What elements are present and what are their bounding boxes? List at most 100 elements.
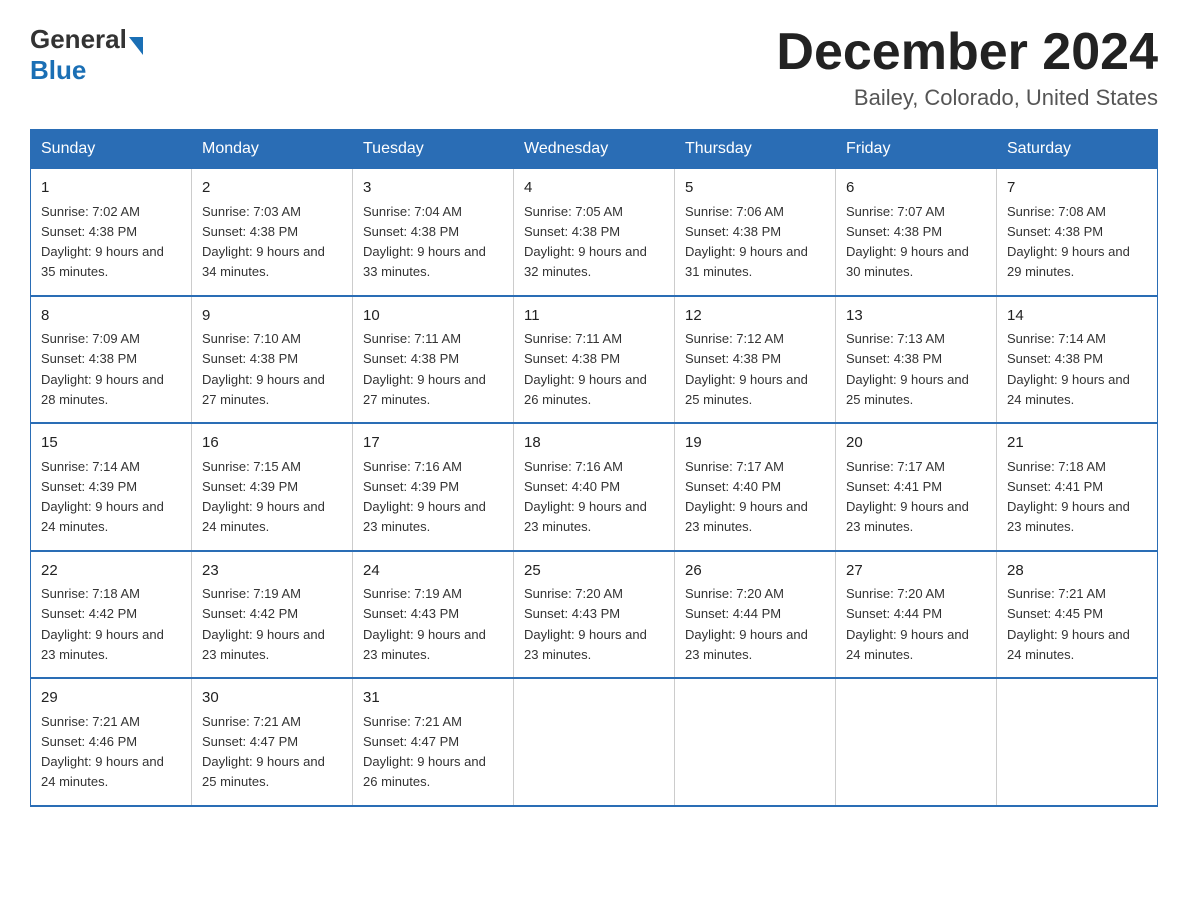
- day-info: Sunrise: 7:20 AMSunset: 4:44 PMDaylight:…: [685, 586, 808, 662]
- day-info: Sunrise: 7:19 AMSunset: 4:42 PMDaylight:…: [202, 586, 325, 662]
- day-number: 13: [846, 305, 986, 328]
- calendar-cell: 27 Sunrise: 7:20 AMSunset: 4:44 PMDayligh…: [836, 551, 997, 679]
- calendar-cell: 2Sunrise: 7:03 AMSunset: 4:38 PMDaylight…: [192, 169, 353, 296]
- day-info: Sunrise: 7:11 AMSunset: 4:38 PMDaylight:…: [363, 331, 486, 407]
- day-info: Sunrise: 7:21 AMSunset: 4:47 PMDaylight:…: [363, 714, 486, 790]
- day-number: 9: [202, 305, 342, 328]
- calendar-cell: 14Sunrise: 7:14 AMSunset: 4:38 PMDayligh…: [997, 296, 1158, 424]
- calendar-cell: 10Sunrise: 7:11 AMSunset: 4:38 PMDayligh…: [353, 296, 514, 424]
- day-number: 18: [524, 432, 664, 455]
- day-info: Sunrise: 7:17 AMSunset: 4:41 PMDaylight:…: [846, 459, 969, 535]
- day-number: 27: [846, 560, 986, 583]
- day-number: 25: [524, 560, 664, 583]
- calendar-cell: 11 Sunrise: 7:11 AMSunset: 4:38 PMDayligh…: [514, 296, 675, 424]
- day-number: 6: [846, 177, 986, 200]
- calendar-cell: 21 Sunrise: 7:18 AMSunset: 4:41 PMDayligh…: [997, 423, 1158, 551]
- day-info: Sunrise: 7:18 AMSunset: 4:41 PMDaylight:…: [1007, 459, 1130, 535]
- day-info: Sunrise: 7:02 AMSunset: 4:38 PMDaylight:…: [41, 204, 164, 280]
- day-number: 5: [685, 177, 825, 200]
- day-info: Sunrise: 7:21 AMSunset: 4:45 PMDaylight:…: [1007, 586, 1130, 662]
- day-info: Sunrise: 7:14 AMSunset: 4:39 PMDaylight:…: [41, 459, 164, 535]
- calendar-cell: 29Sunrise: 7:21 AMSunset: 4:46 PMDayligh…: [31, 678, 192, 806]
- day-info: Sunrise: 7:15 AMSunset: 4:39 PMDaylight:…: [202, 459, 325, 535]
- day-info: Sunrise: 7:10 AMSunset: 4:38 PMDaylight:…: [202, 331, 325, 407]
- calendar-cell: 19Sunrise: 7:17 AMSunset: 4:40 PMDayligh…: [675, 423, 836, 551]
- calendar-cell: 24 Sunrise: 7:19 AMSunset: 4:43 PMDayligh…: [353, 551, 514, 679]
- calendar-cell: 12 Sunrise: 7:12 AMSunset: 4:38 PMDayligh…: [675, 296, 836, 424]
- day-info: Sunrise: 7:07 AMSunset: 4:38 PMDaylight:…: [846, 204, 969, 280]
- calendar-week-row: 29Sunrise: 7:21 AMSunset: 4:46 PMDayligh…: [31, 678, 1158, 806]
- calendar-week-row: 1 Sunrise: 7:02 AMSunset: 4:38 PMDaylight…: [31, 169, 1158, 296]
- day-number: 11: [524, 305, 664, 328]
- calendar-week-row: 22Sunrise: 7:18 AMSunset: 4:42 PMDayligh…: [31, 551, 1158, 679]
- logo-arrow-icon: [129, 37, 143, 55]
- day-info: Sunrise: 7:03 AMSunset: 4:38 PMDaylight:…: [202, 204, 325, 280]
- day-info: Sunrise: 7:21 AMSunset: 4:46 PMDaylight:…: [41, 714, 164, 790]
- col-header-sunday: Sunday: [31, 130, 192, 169]
- calendar-cell: [836, 678, 997, 806]
- calendar-cell: 23Sunrise: 7:19 AMSunset: 4:42 PMDayligh…: [192, 551, 353, 679]
- logo: General Blue: [30, 24, 143, 86]
- day-number: 20: [846, 432, 986, 455]
- calendar-cell: 17 Sunrise: 7:16 AMSunset: 4:39 PMDayligh…: [353, 423, 514, 551]
- day-number: 22: [41, 560, 181, 583]
- day-info: Sunrise: 7:20 AMSunset: 4:43 PMDaylight:…: [524, 586, 647, 662]
- calendar-cell: [514, 678, 675, 806]
- day-info: Sunrise: 7:21 AMSunset: 4:47 PMDaylight:…: [202, 714, 325, 790]
- day-number: 26: [685, 560, 825, 583]
- col-header-monday: Monday: [192, 130, 353, 169]
- calendar-header-row: SundayMondayTuesdayWednesdayThursdayFrid…: [31, 130, 1158, 169]
- day-info: Sunrise: 7:13 AMSunset: 4:38 PMDaylight:…: [846, 331, 969, 407]
- day-number: 16: [202, 432, 342, 455]
- day-number: 28: [1007, 560, 1147, 583]
- day-number: 30: [202, 687, 342, 710]
- day-number: 7: [1007, 177, 1147, 200]
- day-info: Sunrise: 7:05 AMSunset: 4:38 PMDaylight:…: [524, 204, 647, 280]
- calendar-cell: [675, 678, 836, 806]
- day-number: 15: [41, 432, 181, 455]
- calendar-table: SundayMondayTuesdayWednesdayThursdayFrid…: [30, 129, 1158, 807]
- day-info: Sunrise: 7:11 AMSunset: 4:38 PMDaylight:…: [524, 331, 647, 407]
- day-number: 31: [363, 687, 503, 710]
- day-number: 12: [685, 305, 825, 328]
- calendar-cell: 3 Sunrise: 7:04 AMSunset: 4:38 PMDaylight…: [353, 169, 514, 296]
- location-title: Bailey, Colorado, United States: [776, 85, 1158, 111]
- calendar-cell: 16 Sunrise: 7:15 AMSunset: 4:39 PMDayligh…: [192, 423, 353, 551]
- day-info: Sunrise: 7:09 AMSunset: 4:38 PMDaylight:…: [41, 331, 164, 407]
- day-info: Sunrise: 7:04 AMSunset: 4:38 PMDaylight:…: [363, 204, 486, 280]
- col-header-friday: Friday: [836, 130, 997, 169]
- calendar-week-row: 8Sunrise: 7:09 AMSunset: 4:38 PMDaylight…: [31, 296, 1158, 424]
- calendar-cell: [997, 678, 1158, 806]
- calendar-cell: 1 Sunrise: 7:02 AMSunset: 4:38 PMDaylight…: [31, 169, 192, 296]
- day-info: Sunrise: 7:08 AMSunset: 4:38 PMDaylight:…: [1007, 204, 1130, 280]
- calendar-cell: 5Sunrise: 7:06 AMSunset: 4:38 PMDaylight…: [675, 169, 836, 296]
- calendar-cell: 30 Sunrise: 7:21 AMSunset: 4:47 PMDayligh…: [192, 678, 353, 806]
- day-info: Sunrise: 7:16 AMSunset: 4:40 PMDaylight:…: [524, 459, 647, 535]
- day-info: Sunrise: 7:14 AMSunset: 4:38 PMDaylight:…: [1007, 331, 1130, 407]
- day-number: 17: [363, 432, 503, 455]
- calendar-cell: 28 Sunrise: 7:21 AMSunset: 4:45 PMDayligh…: [997, 551, 1158, 679]
- day-info: Sunrise: 7:19 AMSunset: 4:43 PMDaylight:…: [363, 586, 486, 662]
- calendar-cell: 7 Sunrise: 7:08 AMSunset: 4:38 PMDaylight…: [997, 169, 1158, 296]
- day-number: 24: [363, 560, 503, 583]
- calendar-cell: 9 Sunrise: 7:10 AMSunset: 4:38 PMDaylight…: [192, 296, 353, 424]
- col-header-tuesday: Tuesday: [353, 130, 514, 169]
- logo-blue-text: Blue: [30, 55, 86, 86]
- day-info: Sunrise: 7:20 AMSunset: 4:44 PMDaylight:…: [846, 586, 969, 662]
- col-header-thursday: Thursday: [675, 130, 836, 169]
- calendar-cell: 6 Sunrise: 7:07 AMSunset: 4:38 PMDaylight…: [836, 169, 997, 296]
- calendar-cell: 8Sunrise: 7:09 AMSunset: 4:38 PMDaylight…: [31, 296, 192, 424]
- calendar-title-area: December 2024 Bailey, Colorado, United S…: [776, 24, 1158, 111]
- day-info: Sunrise: 7:12 AMSunset: 4:38 PMDaylight:…: [685, 331, 808, 407]
- day-number: 3: [363, 177, 503, 200]
- day-number: 4: [524, 177, 664, 200]
- calendar-cell: 18 Sunrise: 7:16 AMSunset: 4:40 PMDayligh…: [514, 423, 675, 551]
- page-header: General Blue December 2024 Bailey, Color…: [30, 24, 1158, 111]
- day-number: 1: [41, 177, 181, 200]
- day-info: Sunrise: 7:16 AMSunset: 4:39 PMDaylight:…: [363, 459, 486, 535]
- calendar-week-row: 15 Sunrise: 7:14 AMSunset: 4:39 PMDayligh…: [31, 423, 1158, 551]
- calendar-cell: 22Sunrise: 7:18 AMSunset: 4:42 PMDayligh…: [31, 551, 192, 679]
- col-header-saturday: Saturday: [997, 130, 1158, 169]
- calendar-cell: 26 Sunrise: 7:20 AMSunset: 4:44 PMDayligh…: [675, 551, 836, 679]
- day-number: 21: [1007, 432, 1147, 455]
